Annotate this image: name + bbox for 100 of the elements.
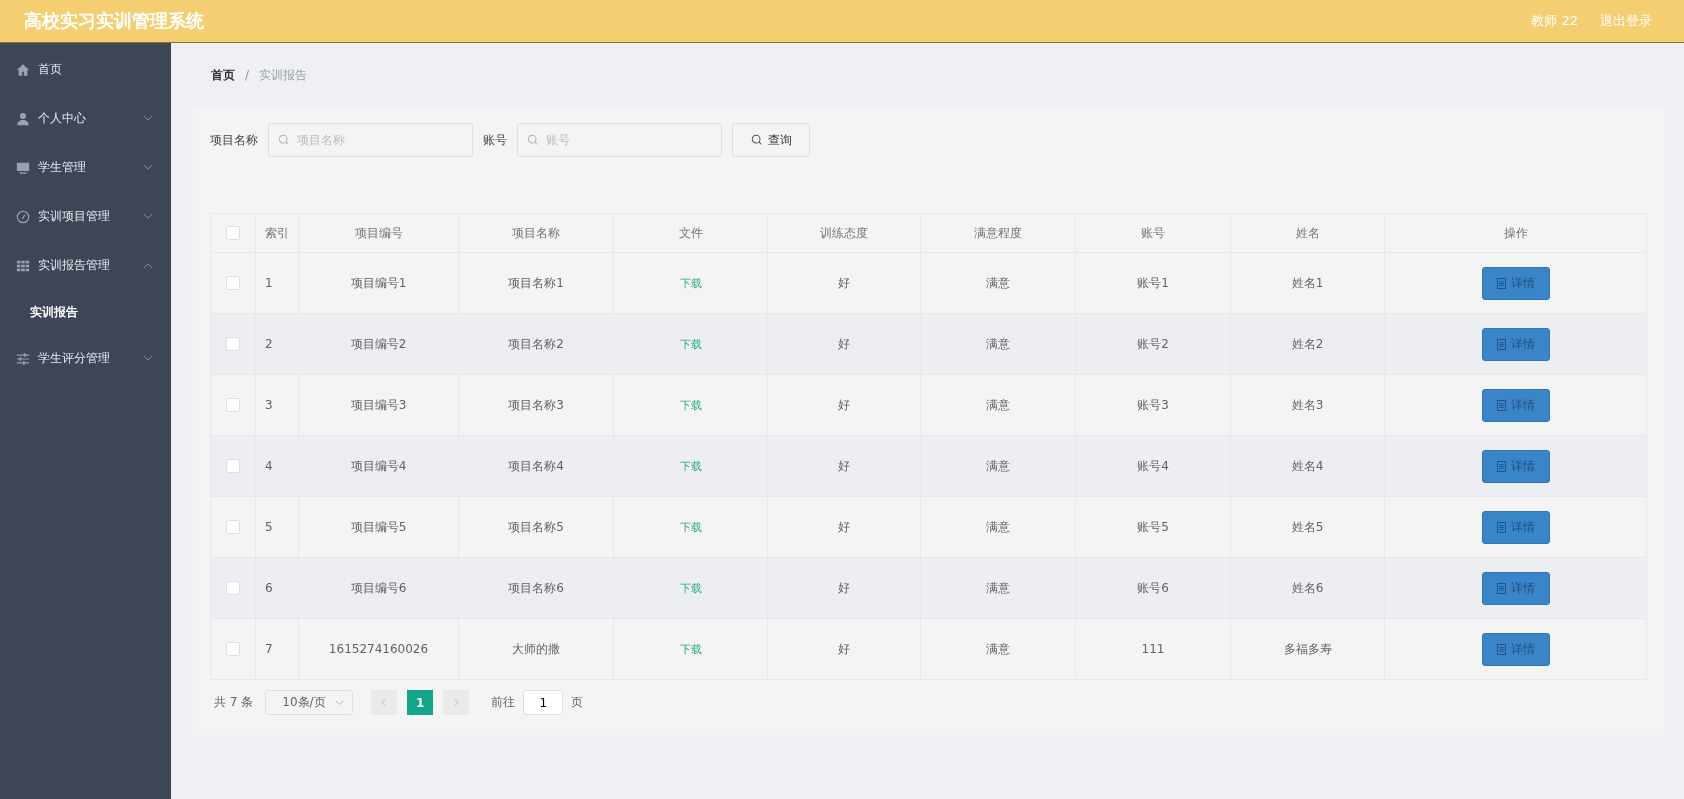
detail-button[interactable]: 详情 xyxy=(1481,388,1550,422)
menu-item[interactable]: 实训报告管理 xyxy=(0,241,171,290)
column-header: 文件 xyxy=(678,225,703,240)
select-all-checkbox[interactable] xyxy=(226,226,240,241)
chevron-down-icon xyxy=(143,213,153,220)
table-cell: 3 xyxy=(265,398,273,412)
table-cell: 姓名6 xyxy=(1291,580,1324,595)
table-cell: 满意 xyxy=(986,580,1010,595)
download-link[interactable]: 下载 xyxy=(679,642,702,656)
field-label: 项目名称 xyxy=(210,131,258,149)
table-cell: 项目名称6 xyxy=(508,580,564,595)
menu-item[interactable]: 实训项目管理 xyxy=(0,192,171,241)
page-input[interactable]: 1 xyxy=(523,690,564,715)
row-checkbox[interactable] xyxy=(226,581,240,596)
search-icon xyxy=(527,134,539,146)
document-icon xyxy=(1496,643,1506,655)
detail-button[interactable]: 详情 xyxy=(1481,266,1550,300)
chevron-down-icon xyxy=(335,699,345,706)
table-cell: 满意 xyxy=(986,336,1010,351)
submenu-item[interactable]: 实训报告 xyxy=(0,290,171,334)
table-cell: 好 xyxy=(838,397,850,412)
page-size-select[interactable]: 10条/页 xyxy=(265,690,354,715)
table-cell: 好 xyxy=(838,275,850,290)
grid-icon xyxy=(16,258,30,273)
total-count: 共 7 条 xyxy=(214,694,254,711)
chevron-up-icon xyxy=(143,262,153,269)
app-title: 高校实习实训管理系统 xyxy=(24,9,204,33)
row-checkbox[interactable] xyxy=(226,642,240,657)
table-cell: 1 xyxy=(265,276,273,290)
menu-item[interactable]: 个人中心 xyxy=(0,94,171,143)
compass-icon xyxy=(16,209,30,224)
detail-button[interactable]: 详情 xyxy=(1481,510,1550,544)
menu-item[interactable]: 首页 xyxy=(0,45,171,94)
table-cell: 好 xyxy=(838,458,850,473)
row-checkbox[interactable] xyxy=(226,520,240,535)
breadcrumb-item[interactable]: 首页 xyxy=(211,66,235,84)
table-cell: 姓名1 xyxy=(1291,275,1324,290)
table-cell: 项目编号2 xyxy=(350,336,407,351)
table-cell: 项目名称4 xyxy=(508,458,564,473)
table-cell: 项目编号4 xyxy=(350,458,407,473)
previous-page-button[interactable] xyxy=(371,690,398,715)
row-checkbox[interactable] xyxy=(226,398,240,413)
document-icon xyxy=(1496,338,1506,350)
table-cell: 账号6 xyxy=(1137,580,1169,595)
monitor-icon xyxy=(16,160,30,175)
table-cell: 4 xyxy=(265,459,273,473)
table-cell: 2 xyxy=(265,337,273,351)
table-cell: 6 xyxy=(265,581,273,595)
chevron-left-icon xyxy=(381,698,388,707)
column-header: 满意程度 xyxy=(974,225,1022,240)
breadcrumb-separator: / xyxy=(245,68,250,82)
table-cell: 7 xyxy=(265,642,273,656)
table-cell: 账号5 xyxy=(1137,519,1169,534)
detail-button[interactable]: 详情 xyxy=(1481,632,1550,666)
table-cell: 好 xyxy=(838,519,850,534)
column-header: 训练态度 xyxy=(820,225,868,240)
table-cell: 多福多寿 xyxy=(1283,641,1332,656)
table-cell: 姓名4 xyxy=(1291,458,1324,473)
table-cell: 满意 xyxy=(986,275,1010,290)
table-cell: 账号3 xyxy=(1137,397,1169,412)
chevron-down-icon xyxy=(143,115,153,122)
field-label: 账号 xyxy=(483,131,507,149)
download-link[interactable]: 下载 xyxy=(679,337,702,351)
chevron-right-icon xyxy=(453,698,460,707)
table-cell: 满意 xyxy=(986,641,1010,656)
table-cell: 111 xyxy=(1141,642,1165,656)
table-cell: 账号1 xyxy=(1137,275,1169,290)
menu-item[interactable]: 学生评分管理 xyxy=(0,334,171,383)
row-checkbox[interactable] xyxy=(226,459,240,474)
chevron-down-icon xyxy=(143,164,153,171)
row-checkbox[interactable] xyxy=(226,337,240,352)
detail-button[interactable]: 详情 xyxy=(1481,327,1550,361)
next-page-button[interactable] xyxy=(443,690,470,715)
home-icon xyxy=(16,62,30,77)
person-icon xyxy=(16,111,30,126)
table-cell: 5 xyxy=(265,520,273,534)
download-link[interactable]: 下载 xyxy=(679,276,702,290)
download-link[interactable]: 下载 xyxy=(679,459,702,473)
table-cell: 满意 xyxy=(986,519,1010,534)
logout-link[interactable]: 退出登录 xyxy=(1600,12,1652,30)
table-cell: 大师的撒 xyxy=(512,641,560,656)
table-cell: 项目编号1 xyxy=(350,275,407,290)
table-cell: 好 xyxy=(838,641,850,656)
search-icon xyxy=(278,134,290,146)
menu-item[interactable]: 学生管理 xyxy=(0,143,171,192)
table-cell: 项目编号6 xyxy=(350,580,407,595)
page-number[interactable]: 1 xyxy=(407,690,434,715)
table-cell: 满意 xyxy=(986,458,1010,473)
download-link[interactable]: 下载 xyxy=(679,398,702,412)
download-link[interactable]: 下载 xyxy=(679,520,702,534)
download-link[interactable]: 下载 xyxy=(679,581,702,595)
table-cell: 姓名2 xyxy=(1291,336,1324,351)
detail-button[interactable]: 详情 xyxy=(1481,449,1550,483)
table-cell: 满意 xyxy=(986,397,1010,412)
detail-button[interactable]: 详情 xyxy=(1481,571,1550,605)
row-checkbox[interactable] xyxy=(226,276,240,291)
column-header: 索引 xyxy=(265,225,289,240)
user-name: 教师 22 xyxy=(1531,12,1578,30)
search-button[interactable]: 查询 xyxy=(732,123,810,157)
table-cell: 好 xyxy=(838,580,850,595)
